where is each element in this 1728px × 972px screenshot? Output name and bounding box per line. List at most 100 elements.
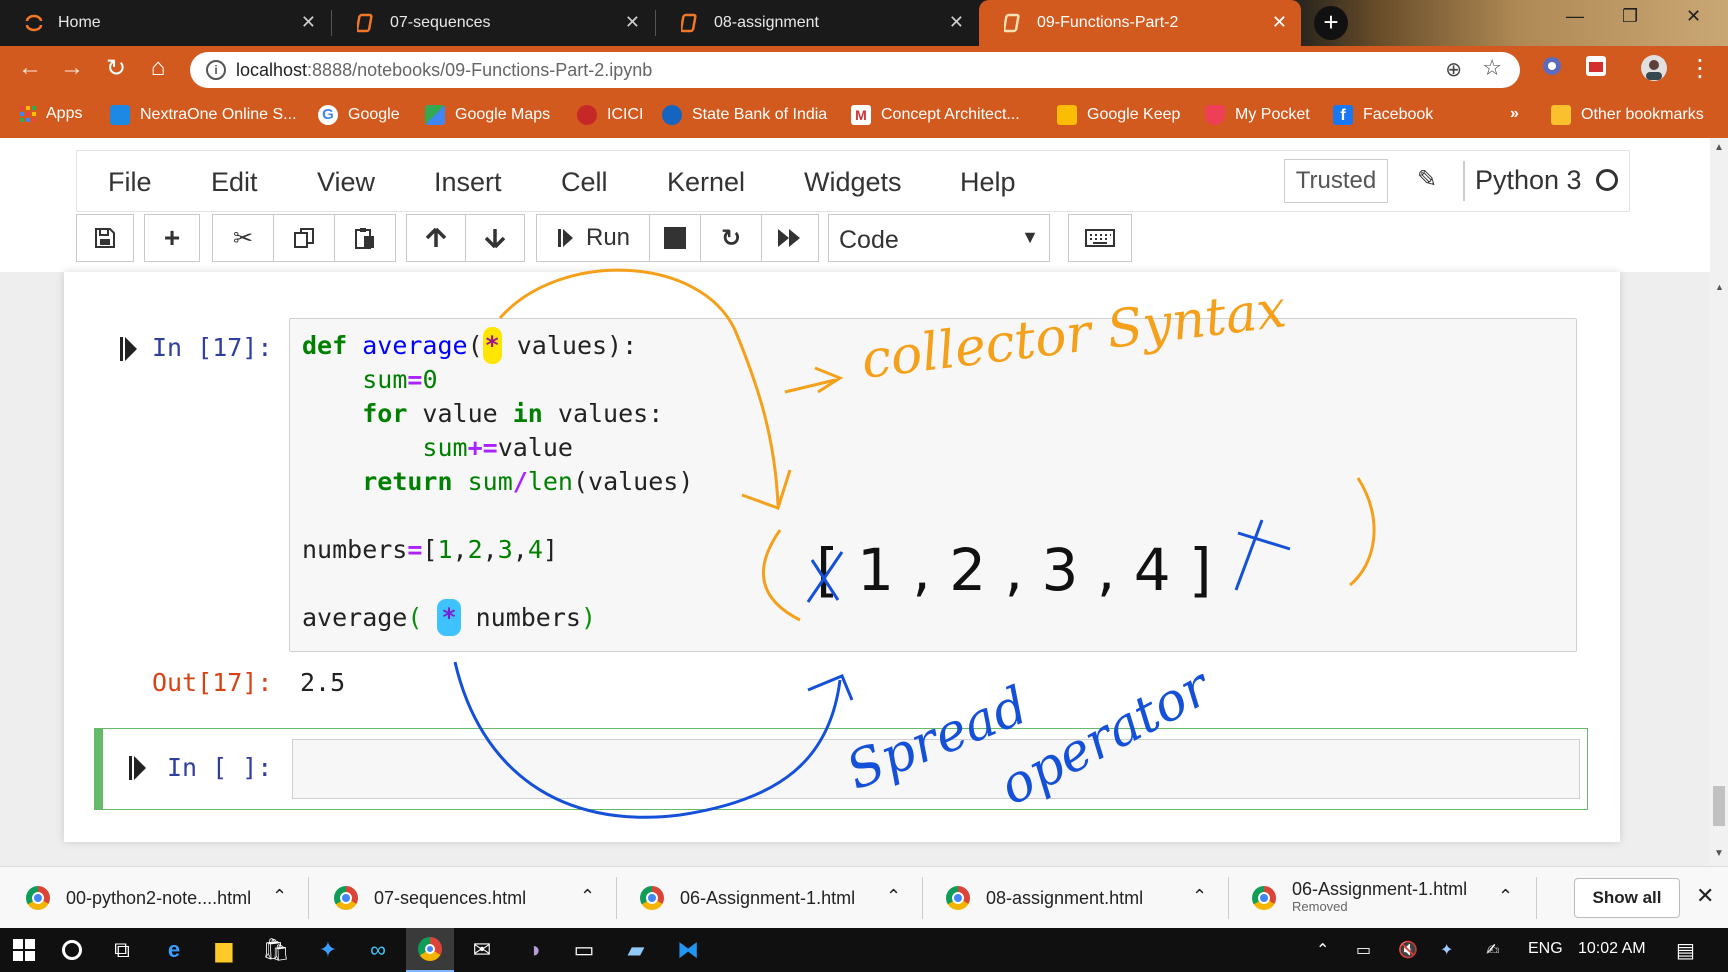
tab-09-functions-part-2[interactable]: 09-Functions-Part-2 ✕ xyxy=(979,0,1301,46)
chevron-up-icon[interactable]: ⌃ xyxy=(272,886,287,907)
download-item-removed[interactable]: 06-Assignment-1.html Removed xyxy=(1252,867,1467,929)
url-text[interactable]: localhost:8888/notebooks/09-Functions-Pa… xyxy=(236,60,652,81)
bookmark-sbi[interactable]: State Bank of India xyxy=(662,105,827,125)
chevron-up-icon[interactable]: ⌃ xyxy=(580,886,595,907)
pencil-icon[interactable]: ✎ xyxy=(1417,165,1437,194)
paste-button[interactable] xyxy=(334,214,396,262)
menu-help[interactable]: Help xyxy=(960,167,1016,198)
forward-icon[interactable]: → xyxy=(56,54,88,82)
mail-icon[interactable]: ✉ xyxy=(466,935,498,965)
close-icon[interactable]: ✕ xyxy=(1272,12,1287,33)
scrollbar-thumb[interactable] xyxy=(1713,786,1725,826)
bookmark-google-keep[interactable]: Google Keep xyxy=(1057,105,1180,125)
bookmark-my-pocket[interactable]: My Pocket xyxy=(1205,105,1310,125)
interrupt-button[interactable] xyxy=(649,214,701,262)
bookmark-star-icon[interactable]: ☆ xyxy=(1482,55,1502,81)
home-icon[interactable]: ⌂ xyxy=(142,54,174,82)
menu-cell[interactable]: Cell xyxy=(561,167,608,198)
battery-icon[interactable]: ▭ xyxy=(1356,940,1371,960)
cell-type-select[interactable]: Code ▼ xyxy=(828,214,1050,262)
menu-widgets[interactable]: Widgets xyxy=(804,167,902,198)
eclipse-icon[interactable]: ◑ xyxy=(518,935,550,965)
maximize-icon[interactable]: ❐ xyxy=(1622,6,1638,27)
tray-overflow-icon[interactable]: ⌃ xyxy=(1316,940,1329,960)
download-item[interactable]: 07-sequences.html xyxy=(334,867,526,929)
run-cell-icon[interactable] xyxy=(120,336,138,362)
menu-kernel[interactable]: Kernel xyxy=(667,167,745,198)
notifications-icon[interactable]: ▤ xyxy=(1676,938,1695,963)
dropbox-icon[interactable]: ✦ xyxy=(312,935,344,965)
chrome-icon[interactable] xyxy=(406,928,454,972)
bookmarks-overflow-button[interactable]: » xyxy=(1510,105,1519,123)
language-indicator[interactable]: ENG xyxy=(1528,940,1563,958)
tab-home[interactable]: Home ✕ xyxy=(0,0,330,46)
bookmark-icici[interactable]: ICICI xyxy=(577,105,643,125)
restart-button[interactable]: ↻ xyxy=(700,214,762,262)
back-icon[interactable]: ← xyxy=(14,54,46,82)
menu-edit[interactable]: Edit xyxy=(211,167,258,198)
show-all-button[interactable]: Show all xyxy=(1574,878,1680,918)
bookmark-google-maps[interactable]: Google Maps xyxy=(425,105,550,125)
store-icon[interactable]: 🛍 xyxy=(260,935,292,965)
menu-insert[interactable]: Insert xyxy=(434,167,502,198)
task-view-icon[interactable]: ⧉ xyxy=(106,935,138,965)
code-cell-input[interactable] xyxy=(292,739,1580,799)
tab-07-sequences[interactable]: 07-sequences ✕ xyxy=(332,0,654,46)
chevron-up-icon[interactable]: ⌃ xyxy=(886,886,901,907)
tab-08-assignment[interactable]: 08-assignment ✕ xyxy=(656,0,978,46)
close-icon[interactable]: ✕ xyxy=(301,12,316,33)
close-icon[interactable]: ✕ xyxy=(949,12,964,33)
trusted-indicator[interactable]: Trusted xyxy=(1284,159,1388,203)
save-button[interactable] xyxy=(76,214,134,262)
reload-icon[interactable]: ↻ xyxy=(100,54,132,83)
command-palette-button[interactable] xyxy=(1068,214,1132,262)
download-item[interactable]: 06-Assignment-1.html xyxy=(640,867,855,929)
close-icon[interactable]: ✕ xyxy=(1696,883,1714,909)
clock[interactable]: 10:02 AM xyxy=(1578,940,1646,958)
windows-start-icon[interactable] xyxy=(8,935,40,965)
address-bar[interactable]: i localhost:8888/notebooks/09-Functions-… xyxy=(190,52,1520,88)
code-cell-input[interactable]: def average(* values): sum=0 for value i… xyxy=(289,318,1577,652)
bookmark-apps[interactable]: Apps xyxy=(20,105,82,123)
run-button[interactable]: Run xyxy=(536,214,650,262)
copy-button[interactable] xyxy=(273,214,335,262)
minimize-icon[interactable]: — xyxy=(1566,6,1584,27)
info-icon[interactable]: i xyxy=(206,60,226,80)
run-cell-icon[interactable] xyxy=(129,755,147,781)
bookmark-google[interactable]: G Google xyxy=(318,105,400,125)
move-down-button[interactable] xyxy=(465,214,525,262)
dropbox-tray-icon[interactable]: ✦ xyxy=(1440,940,1453,960)
scroll-up-icon[interactable]: ▲ xyxy=(1714,142,1724,153)
infinity-app-icon[interactable]: ∞ xyxy=(362,935,394,965)
code-cell-selected[interactable]: In [ ]: xyxy=(94,728,1588,810)
terminal-icon[interactable]: ▭ xyxy=(568,935,600,965)
profile-avatar[interactable] xyxy=(1638,54,1670,89)
chevron-up-icon[interactable]: ⌃ xyxy=(1498,886,1513,907)
chevron-up-icon[interactable]: ⌃ xyxy=(1192,886,1207,907)
volume-muted-icon[interactable]: 🔇 xyxy=(1398,940,1418,960)
file-explorer-icon[interactable]: ▆ xyxy=(208,935,240,965)
extension-icon[interactable] xyxy=(1580,54,1612,85)
search-icon[interactable] xyxy=(56,935,88,965)
new-tab-button[interactable]: + xyxy=(1314,6,1348,40)
pen-icon[interactable]: ✍ xyxy=(1486,940,1499,960)
bookmark-nextraone[interactable]: NextraOne Online S... xyxy=(110,105,297,125)
extension-icon[interactable] xyxy=(1536,54,1568,85)
cut-button[interactable]: ✂ xyxy=(212,214,274,262)
window-close-icon[interactable]: ✕ xyxy=(1686,6,1701,27)
vertical-scrollbar[interactable]: ▲ ▲ ▼ xyxy=(1710,138,1728,866)
more-icon[interactable]: ⋮ xyxy=(1684,54,1716,83)
bookmark-facebook[interactable]: f Facebook xyxy=(1333,105,1433,125)
menu-file[interactable]: File xyxy=(108,167,152,198)
close-icon[interactable]: ✕ xyxy=(625,12,640,33)
vscode-icon[interactable]: ⧓ xyxy=(672,935,704,965)
notes-app-icon[interactable]: ▰ xyxy=(620,935,652,965)
insert-cell-button[interactable]: + xyxy=(144,214,200,262)
bookmark-other[interactable]: Other bookmarks xyxy=(1551,105,1704,125)
menu-view[interactable]: View xyxy=(317,167,375,198)
bookmark-concept-architect[interactable]: M Concept Architect... xyxy=(851,105,1020,125)
download-item[interactable]: 08-assignment.html xyxy=(946,867,1143,929)
scroll-up-icon[interactable]: ▲ xyxy=(1715,282,1724,292)
kernel-name[interactable]: Python 3 xyxy=(1475,165,1582,196)
edge-icon[interactable]: e xyxy=(158,935,190,965)
